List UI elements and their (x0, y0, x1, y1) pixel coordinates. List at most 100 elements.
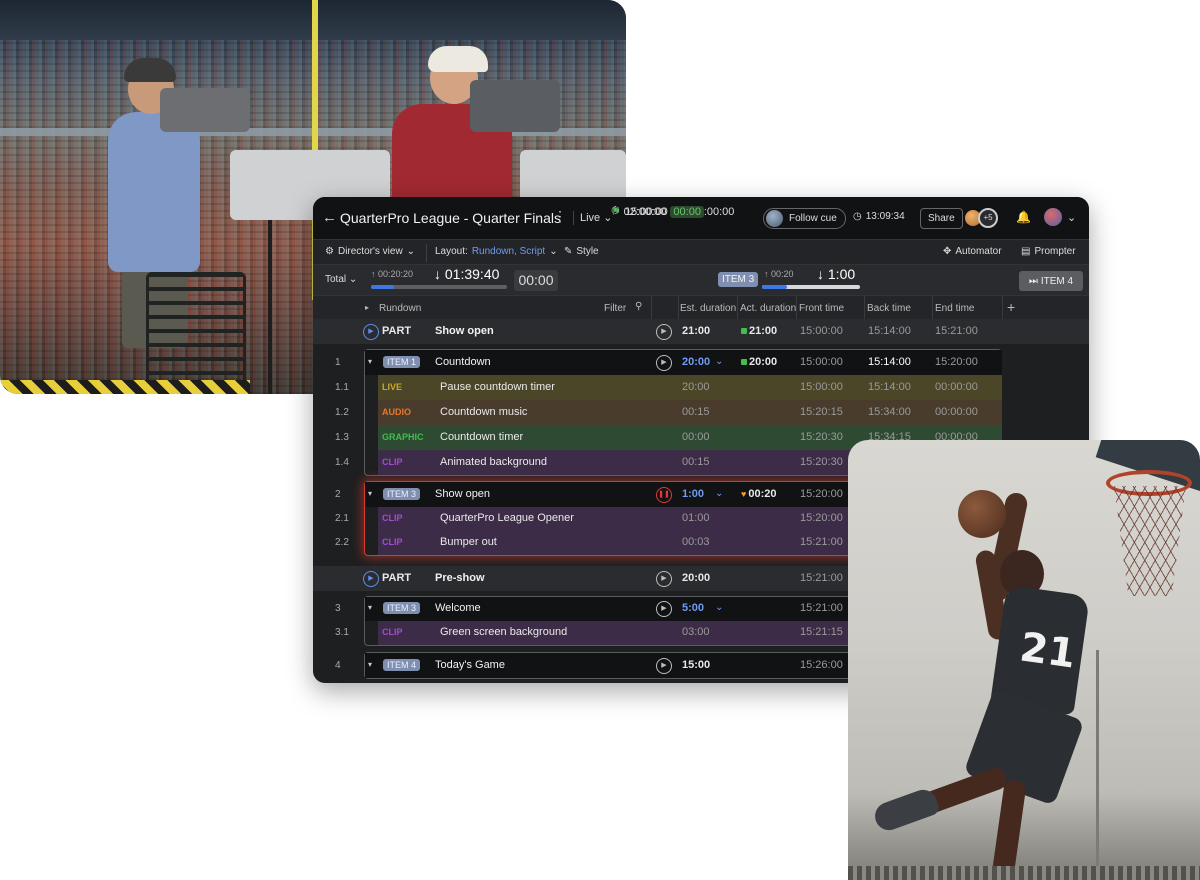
follow-cue-label: Follow cue (789, 213, 837, 224)
divider (426, 244, 427, 262)
camera-right (470, 80, 560, 132)
row-title: Green screen background (440, 626, 568, 638)
play-part-icon[interactable]: ▶ (363, 571, 379, 587)
view-select[interactable]: ⚙ Director's view ⌄ (325, 246, 415, 257)
cue-type-label: CLIP (382, 537, 403, 547)
collaborator-avatars[interactable]: +5 (963, 208, 998, 228)
current-time: ◷ 13:09:34 (853, 211, 905, 222)
collapse-chevron-icon[interactable]: ▾ (368, 357, 372, 366)
follow-cue-button[interactable]: Follow cue (763, 208, 846, 229)
end-time: 00:00:00 (935, 381, 978, 393)
back-time: 15:14:00 (868, 325, 911, 337)
collapse-chevron-icon[interactable]: ▾ (368, 489, 372, 498)
collapse-chevron-icon[interactable]: ▾ (368, 660, 372, 669)
col-front-time[interactable]: Front time (799, 303, 844, 314)
search-icon[interactable]: ⚲ (635, 301, 642, 312)
play-icon[interactable]: ▶ (656, 658, 672, 674)
stopwatch-icon: ⏱ (611, 205, 620, 217)
sub-item-row[interactable]: 1.1 LIVE Pause countdown timer 20:00 15:00:0… (335, 375, 1002, 400)
more-options-icon[interactable]: ⋮ (553, 208, 567, 225)
chevron-down-icon: ⌄ (406, 246, 416, 257)
row-title: Bumper out (440, 536, 497, 548)
part-label: PART (382, 325, 412, 337)
total-select[interactable]: Total ⌄ (325, 274, 357, 285)
sub-item-row[interactable]: 1.2 AUDIO Countdown music 00:15 15:20:15 15:3… (335, 400, 1002, 425)
bell-icon[interactable]: 🔔 (1016, 210, 1031, 224)
row-number: 1.4 (335, 457, 349, 468)
automator-button[interactable]: ✥ Automator (943, 246, 1002, 257)
layout-select[interactable]: Layout: Rundown, Script ⌄ (435, 246, 558, 257)
total-remaining-value: 01:39:40 (444, 266, 500, 282)
collapse-chevron-icon[interactable]: ▾ (368, 603, 372, 612)
row-number: 1.3 (335, 432, 349, 443)
est-duration: 20:00 (682, 572, 711, 584)
filter-label[interactable]: Filter (604, 303, 626, 314)
layout-label: Layout: (435, 246, 468, 257)
elapsed-arrow-icon: ↑ (764, 269, 769, 279)
pause-icon[interactable]: ❚❚ (656, 487, 672, 503)
play-icon[interactable]: ▶ (656, 355, 672, 371)
col-rundown[interactable]: Rundown (379, 303, 421, 314)
play-icon[interactable]: ▶ (656, 601, 672, 617)
row-title: Countdown (435, 356, 491, 368)
add-column-icon[interactable]: + (1007, 299, 1015, 315)
front-time: 15:20:00 (800, 488, 843, 500)
item-badge: ITEM 4 (383, 659, 421, 671)
prompter-button[interactable]: ▤ Prompter (1021, 246, 1076, 257)
est-duration: 00:15 (682, 406, 710, 418)
act-duration-value: 20:00 (749, 356, 778, 368)
rundown-title: QuarterPro League - Quarter Finals (340, 210, 561, 226)
row-title: Pre-show (435, 572, 485, 584)
current-remaining: ↓ 1:00 (817, 266, 855, 282)
on-time-icon (741, 328, 747, 334)
col-end-time[interactable]: End time (935, 303, 974, 314)
chevron-down-icon: ⌄ (1067, 211, 1077, 224)
cue-type-label: CLIP (382, 457, 403, 467)
folding-chair (146, 272, 246, 392)
elapsed-arrow-icon: ↑ (371, 269, 376, 279)
mode-select[interactable]: Live ⌄ (573, 211, 612, 225)
progress-fill (371, 285, 395, 289)
cue-type-label: CLIP (382, 513, 403, 523)
col-act-duration[interactable]: Act. duration (740, 303, 796, 314)
est-duration: 20:00 (682, 356, 711, 368)
over-time-icon: ♥ (741, 489, 747, 499)
col-est-duration[interactable]: Est. duration (680, 303, 736, 314)
end-time: 00:00:00 (935, 406, 978, 418)
user-menu[interactable]: ⌄ (1044, 208, 1076, 226)
est-duration: 1:00 (682, 488, 705, 500)
chevron-down-icon[interactable]: ⌄ (715, 488, 723, 499)
row-number: 1.2 (335, 407, 349, 418)
chevron-down-icon[interactable]: ⌄ (715, 356, 723, 367)
divider (864, 296, 865, 319)
automator-label: Automator (955, 246, 1002, 257)
expand-all-icon[interactable]: ▸ (365, 303, 369, 312)
share-button[interactable]: Share (920, 208, 963, 229)
divider (651, 296, 652, 319)
est-duration: 03:00 (682, 626, 710, 638)
back-time: 15:14:00 (868, 356, 911, 368)
chevron-down-icon: ⌄ (549, 246, 558, 257)
chevron-down-icon[interactable]: ⌄ (715, 602, 723, 613)
est-duration: 5:00 (682, 602, 705, 614)
play-icon[interactable]: ▶ (656, 324, 672, 340)
next-item-button[interactable]: ⏭ ITEM 4 (1019, 271, 1083, 291)
operator-left (108, 112, 200, 272)
row-title: Countdown timer (440, 431, 524, 443)
total-elapsed: ↑ 00:20:20 (371, 269, 413, 279)
on-time-icon (741, 359, 747, 365)
play-part-icon[interactable]: ▶ (363, 324, 379, 340)
light-pole (1096, 650, 1099, 880)
item-row[interactable]: 1 ▾ ITEM 1 Countdown ▶ 20:00 ⌄ 20:00 15:00:00 15:… (335, 350, 1002, 375)
style-button[interactable]: ✎ Style (564, 246, 599, 257)
back-arrow-icon[interactable]: ← (322, 209, 337, 226)
play-icon[interactable]: ▶ (656, 571, 672, 587)
row-title: Show open (435, 488, 491, 500)
est-duration: 00:15 (682, 456, 710, 468)
row-number: 2 (335, 489, 341, 500)
basketball-photo: 21 (848, 440, 1200, 880)
part-row[interactable]: ▶ PART Show open ▶ 21:00 21:00 15:00:00 15:14:0… (313, 319, 1089, 344)
col-back-time[interactable]: Back time (867, 303, 911, 314)
item-badge: ITEM 1 (383, 356, 421, 368)
cue-type-label: GRAPHIC (382, 432, 424, 442)
